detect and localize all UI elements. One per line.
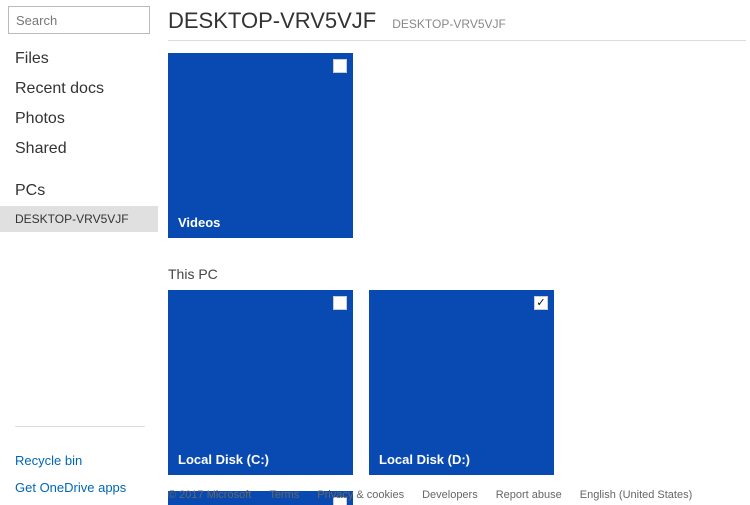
sidebar-bottom: Recycle bin Get OneDrive apps bbox=[0, 426, 158, 505]
page-title: DESKTOP-VRV5VJF bbox=[168, 8, 376, 34]
tile-label: Local Disk (D:) bbox=[379, 452, 470, 467]
library-tiles-row: Videos bbox=[168, 53, 750, 238]
nav-files[interactable]: Files bbox=[0, 44, 158, 74]
sidebar: Files Recent docs Photos Shared PCs DESK… bbox=[0, 0, 158, 505]
pcs-section-label: PCs bbox=[0, 164, 158, 206]
nav-photos[interactable]: Photos bbox=[0, 104, 158, 134]
nav-shared[interactable]: Shared bbox=[0, 134, 158, 164]
tile-videos[interactable]: Videos bbox=[168, 53, 353, 238]
footer-language[interactable]: English (United States) bbox=[580, 489, 693, 501]
checkbox-icon bbox=[333, 296, 347, 310]
app-root: Files Recent docs Photos Shared PCs DESK… bbox=[0, 0, 750, 505]
tile-checkbox[interactable] bbox=[333, 296, 347, 310]
footer-copyright: © 2017 Microsoft bbox=[168, 489, 251, 501]
sidebar-divider bbox=[15, 426, 145, 427]
tile-label: Videos bbox=[178, 215, 220, 230]
nav-recent-docs[interactable]: Recent docs bbox=[0, 74, 158, 104]
footer-privacy[interactable]: Privacy & cookies bbox=[317, 489, 404, 501]
pc-item-desktop[interactable]: DESKTOP-VRV5VJF bbox=[0, 206, 158, 232]
footer: © 2017 Microsoft Terms Privacy & cookies… bbox=[168, 489, 750, 501]
get-onedrive-link[interactable]: Get OneDrive apps bbox=[15, 480, 158, 495]
search-wrap bbox=[0, 6, 158, 44]
main: DESKTOP-VRV5VJF DESKTOP-VRV5VJF Videos T… bbox=[158, 0, 750, 505]
tile-checkbox[interactable] bbox=[534, 296, 548, 310]
footer-report-abuse[interactable]: Report abuse bbox=[496, 489, 562, 501]
nav: Files Recent docs Photos Shared bbox=[0, 44, 158, 164]
tile-checkbox[interactable] bbox=[333, 59, 347, 73]
footer-developers[interactable]: Developers bbox=[422, 489, 478, 501]
tile-local-disk-c[interactable]: Local Disk (C:) bbox=[168, 290, 353, 475]
tile-label: Local Disk (C:) bbox=[178, 452, 269, 467]
checkbox-icon bbox=[333, 59, 347, 73]
breadcrumb: DESKTOP-VRV5VJF bbox=[392, 17, 506, 31]
header-divider bbox=[168, 40, 746, 41]
header: DESKTOP-VRV5VJF DESKTOP-VRV5VJF bbox=[168, 0, 750, 40]
checkbox-icon bbox=[534, 296, 548, 310]
this-pc-label: This PC bbox=[168, 266, 750, 282]
recycle-bin-link[interactable]: Recycle bin bbox=[15, 453, 158, 468]
this-pc-tiles-row: Local Disk (C:) Local Disk (D:) Removabl… bbox=[168, 290, 750, 505]
tile-local-disk-d[interactable]: Local Disk (D:) bbox=[369, 290, 554, 475]
footer-terms[interactable]: Terms bbox=[269, 489, 299, 501]
search-input[interactable] bbox=[8, 6, 150, 34]
